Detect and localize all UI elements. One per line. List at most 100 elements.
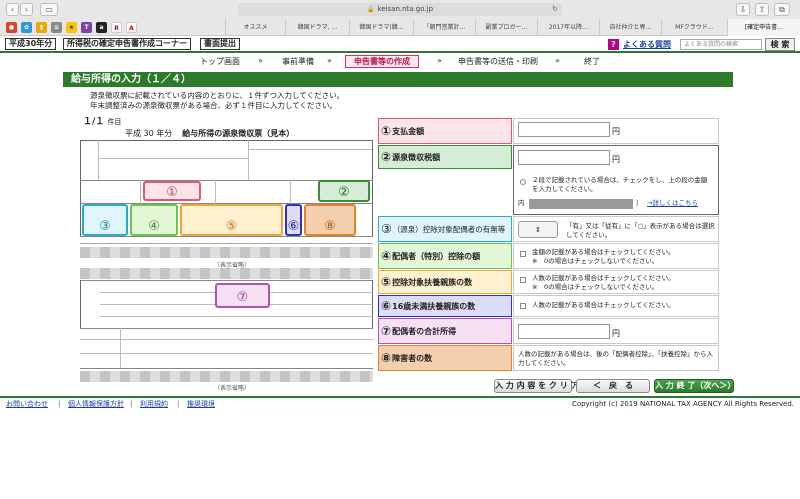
- browser-tab[interactable]: 2017年以降…: [537, 19, 599, 36]
- faq-search-input[interactable]: よくある質問の検索: [680, 39, 762, 50]
- spouse-deduction-note-zero: ※ 0の場合はチェックしないでください。: [532, 257, 659, 265]
- sidebar-icon[interactable]: ▭: [40, 3, 58, 16]
- dependents-checkbox[interactable]: [520, 277, 526, 283]
- tab-bar: ● ✿ ▮ ≡ ★ T a R A オススメ 韓国ドラマ, … 韓国ドラマ(韓……: [0, 19, 800, 36]
- back-button[interactable]: ＜ 戻 る: [576, 379, 650, 393]
- favorite-icon[interactable]: A: [126, 22, 137, 33]
- favorite-icon[interactable]: ★: [66, 22, 77, 33]
- step-finish: 終了: [584, 57, 600, 66]
- forward-icon[interactable]: ›: [20, 3, 33, 16]
- step-arrow-icon: »: [437, 56, 442, 65]
- slip-era: 平成 30 年分: [125, 129, 173, 138]
- form-row-spouse-income: ⑦ 配偶者の合計所得 円: [378, 318, 719, 344]
- spouse-deduction-note: 金額の記載がある場合はチェックしてください。: [532, 248, 675, 256]
- share-icon[interactable]: ⇧: [755, 3, 769, 16]
- browser-tab[interactable]: オススメ: [225, 19, 285, 36]
- site-header: 平成30年分 所得税の確定申告書作成コーナー 書面提出 ? よくある質問 よくあ…: [0, 36, 800, 53]
- step-nav: トップ画面 » 事前準備 » 申告書等の作成 » 申告書等の送信・印刷 » 終了: [0, 55, 800, 69]
- spouse-income-input[interactable]: [518, 324, 610, 339]
- url-text: keisan.nta.go.jp: [377, 5, 434, 13]
- two-row-checkbox[interactable]: [520, 179, 526, 185]
- instruction-line: 年末調整済みの源泉徴収票がある場合、必ず１件目に入力してください。: [90, 101, 338, 110]
- yen-unit: 円: [612, 127, 620, 136]
- instructions: 源泉徴収票に記載されている内容のとおりに、１件ずつ入力してください。 年末調整済…: [90, 91, 344, 111]
- disabled-note: 人数の記載がある場合は、後の「配偶者控除」、「扶養控除」から入力してください。: [518, 350, 713, 367]
- label-withholding-tax: ② 源泉徴収税額: [378, 145, 512, 169]
- cell-dependents: 人数の記載がある場合はチェックしてください。 ※ 0の場合はチェックしないでくだ…: [513, 270, 719, 294]
- reload-icon[interactable]: ↻: [552, 3, 558, 16]
- slip-marker-1: ①: [143, 181, 201, 201]
- entry-count-number: １/１: [83, 117, 105, 127]
- step-top: トップ画面: [200, 57, 240, 66]
- slip-cut-divider: [80, 371, 373, 382]
- favorites-bar: ● ✿ ▮ ≡ ★ T a R A: [6, 22, 137, 33]
- faq-link[interactable]: よくある質問: [623, 39, 671, 50]
- browser-tab[interactable]: 副業ブロガー…: [475, 19, 537, 36]
- cell-spouse-status: ⇕ 「有」又は「従有」に「○」表示がある場合は選択してください。: [513, 216, 719, 242]
- detail-link[interactable]: →詳しくはこちら: [647, 199, 698, 208]
- footer-link-contact[interactable]: お問い合わせ: [6, 399, 48, 409]
- chevron-updown-icon: ⇕: [535, 226, 541, 234]
- year-label: 平成30年分: [5, 38, 57, 50]
- address-bar[interactable]: 🔒 keisan.nta.go.jp ↻: [238, 3, 562, 16]
- step-arrow-icon: »: [555, 56, 560, 65]
- footer-separator: |: [58, 400, 61, 408]
- slip-marker-3: ③: [82, 204, 128, 236]
- slip-marker-7: ⑦: [215, 283, 270, 308]
- browser-toolbar: ‹ › ▭ 🔒 keisan.nta.go.jp ↻ ⇩ ⇧ ⧉: [0, 0, 800, 19]
- lock-icon: 🔒: [366, 6, 375, 13]
- withholding-tax-input[interactable]: [518, 150, 610, 165]
- form-row-spouse-deduction: ④ 配偶者（特別）控除の額 金額の記載がある場合はチェックしてください。 ※ 0の…: [378, 243, 719, 269]
- submit-method-label: 書面提出: [200, 38, 240, 50]
- slip-omitted: （表示省略）: [214, 385, 251, 392]
- step-create-current: 申告書等の作成: [345, 55, 419, 68]
- step-prepare: 事前準備: [282, 57, 314, 66]
- under16-checkbox[interactable]: [520, 303, 526, 309]
- favorite-icon[interactable]: ▮: [36, 22, 47, 33]
- cell-spouse-deduction: 金額の記載がある場合はチェックしてください。 ※ 0の場合はチェックしないでくだ…: [513, 243, 719, 269]
- label-spouse-income: ⑦ 配偶者の合計所得: [378, 318, 512, 344]
- browser-tab[interactable]: 韓国ドラマ(韓…: [349, 19, 413, 36]
- site-footer: お問い合わせ | 個人情報保護方針 | 利用規約 | 推奨環境 Copyrigh…: [0, 396, 800, 408]
- favorite-icon[interactable]: ≡: [51, 22, 62, 33]
- browser-tab-active[interactable]: [確定申告書…: [727, 19, 800, 36]
- slip-title: 平成 30 年分 給与所得の源泉徴収票（見本）: [125, 128, 294, 139]
- favorite-icon[interactable]: ✿: [21, 22, 32, 33]
- slip-marker-8: ⑧: [304, 204, 356, 236]
- footer-link-terms[interactable]: 利用規約: [140, 399, 168, 409]
- label-dependents: ⑤ 控除対象扶養親族の数: [378, 270, 512, 294]
- favorite-icon[interactable]: a: [96, 22, 107, 33]
- form-row-dependents: ⑤ 控除対象扶養親族の数 人数の記載がある場合はチェックしてください。 ※ 0の場…: [378, 270, 719, 294]
- favorite-icon[interactable]: R: [111, 22, 122, 33]
- tabs-overview-icon[interactable]: ⧉: [774, 3, 790, 16]
- slip-marker-5: ⑤: [180, 204, 283, 236]
- help-icon[interactable]: ?: [608, 39, 619, 50]
- footer-link-privacy[interactable]: 個人情報保護方針: [68, 399, 124, 409]
- search-button[interactable]: 検 索: [765, 38, 795, 51]
- cell-disabled: 人数の記載がある場合は、後の「配偶者控除」、「扶養控除」から入力してください。: [513, 345, 719, 371]
- inner-amount-input[interactable]: [529, 199, 633, 209]
- payment-amount-input[interactable]: [518, 122, 610, 137]
- step-send-print: 申告書等の送信・印刷: [458, 57, 538, 66]
- footer-link-environment[interactable]: 推奨環境: [187, 399, 215, 409]
- browser-tab[interactable]: 韓国ドラマ, …: [285, 19, 349, 36]
- footer-separator: |: [130, 400, 133, 408]
- instruction-line: 源泉徴収票に記載されている内容のとおりに、１件ずつ入力してください。: [90, 91, 345, 100]
- next-button[interactable]: 入 力 終 了（次へ＞）: [654, 379, 735, 393]
- cell-withholding-tax: 円 ２段で記載されている場合は、チェックをし、上の段の金額を入力してください。 …: [513, 145, 719, 215]
- form-row-payment: ① 支払金額 円: [378, 118, 719, 144]
- browser-tab[interactable]: 「朝門営業計…: [413, 19, 475, 36]
- browser-tab[interactable]: 自社仲介と専…: [599, 19, 661, 36]
- back-icon[interactable]: ‹: [6, 3, 19, 16]
- entry-count: １/１ 件目: [83, 114, 121, 127]
- favorite-icon[interactable]: T: [81, 22, 92, 33]
- label-payment-amount: ① 支払金額: [378, 118, 512, 144]
- download-icon[interactable]: ⇩: [736, 3, 750, 16]
- slip-name: 給与所得の源泉徴収票（見本）: [182, 129, 295, 138]
- browser-tab[interactable]: MFクラウド…: [661, 19, 727, 36]
- spouse-status-select[interactable]: ⇕: [518, 221, 558, 238]
- slip-marker-2: ②: [318, 180, 370, 202]
- spouse-deduction-checkbox[interactable]: [520, 251, 526, 257]
- clear-button[interactable]: 入 力 内 容 を ク リ ア: [494, 379, 579, 393]
- favorite-icon[interactable]: ●: [6, 22, 17, 33]
